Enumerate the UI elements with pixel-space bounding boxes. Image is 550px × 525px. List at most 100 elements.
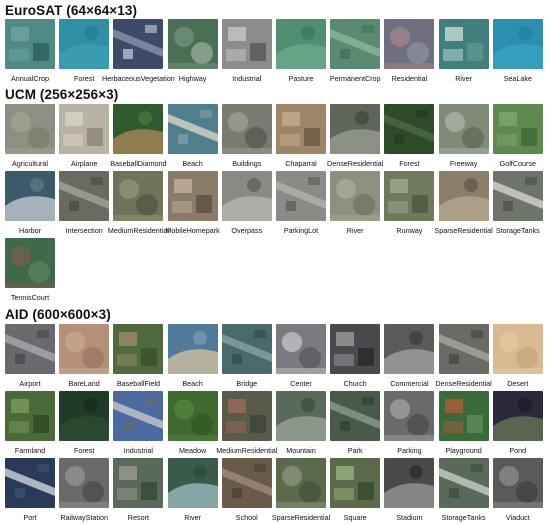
satellite-image [492,324,543,374]
image-tile: SparseResidential [272,458,330,522]
image-tile: River [330,171,381,235]
image-tile: Pond [492,391,543,455]
image-tile: Airport [5,324,55,388]
image-tile: Airplane [59,104,110,168]
image-tile: Farmland [5,391,55,455]
image-tile: Resort [113,458,164,522]
satellite-image [330,324,381,374]
satellite-image [276,104,326,154]
image-tile: Residential [384,19,435,83]
satellite-image [113,104,164,154]
image-tile: Bridge [221,324,272,388]
satellite-image [438,458,489,508]
class-label: SeaLake [503,74,532,83]
satellite-image [492,391,543,441]
image-tile: Overpass [221,171,272,235]
image-tile: DenseResidential [435,324,492,388]
image-tile: Meadow [167,391,218,455]
satellite-image [492,104,543,154]
image-tile: Agricultural [5,104,55,168]
image-tile: Pasture [276,19,326,83]
image-tile: Chaparral [276,104,326,168]
satellite-image [384,19,435,69]
satellite-image [221,324,272,374]
satellite-image [59,104,110,154]
satellite-image [59,171,110,221]
satellite-image [59,324,110,374]
satellite-image [221,391,272,441]
image-tile: Intersection [59,171,110,235]
satellite-image [167,171,218,221]
satellite-image [438,324,489,374]
satellite-image [276,19,326,69]
section-title-ucm: UCM (256×256×3) [5,87,119,102]
satellite-image [221,104,272,154]
satellite-image [5,324,55,374]
satellite-image [113,391,164,441]
eurosat-grid: AnnualCrop Forest HerbaceousVegetation H… [5,19,550,84]
image-tile: Parking [384,391,435,455]
satellite-image [492,19,543,69]
class-label: TennisCourt [10,293,50,302]
image-tile: StorageTanks [438,458,489,522]
image-tile: SeaLake [492,19,543,83]
image-tile: HerbaceousVegetation [102,19,175,83]
image-tile: AnnualCrop [5,19,55,83]
satellite-image [276,324,326,374]
satellite-image [59,19,110,69]
image-tile: BaseballDiamond [110,104,167,168]
image-tile: Center [276,324,326,388]
image-tile: Mountain [276,391,326,455]
satellite-image [438,391,489,441]
aid-grid: Airport BareLand BaseballField Beach Bri… [5,324,550,524]
image-tile: Commercial [384,324,435,388]
class-label: StorageTanks [495,226,540,235]
satellite-image [492,458,543,508]
image-tile: Desert [492,324,543,388]
satellite-image [276,391,326,441]
image-tile: Park [330,391,381,455]
image-tile: Forest [59,19,110,83]
image-tile: Runway [384,171,435,235]
image-tile: Stadium [384,458,435,522]
image-tile: Industrial [113,391,164,455]
image-tile: Forest [59,391,110,455]
satellite-image [330,391,381,441]
image-tile: River [438,19,489,83]
satellite-image [384,104,435,154]
image-tile: MobileHomepark [165,171,220,235]
image-tile: MediumResidential [108,171,169,235]
satellite-image [167,104,218,154]
image-tile: GolfCourse [492,104,543,168]
satellite-image [167,391,218,441]
satellite-image [221,458,272,508]
image-tile: Buildings [221,104,272,168]
satellite-image [221,171,272,221]
ucm-grid: Agricultural Airplane BaseballDiamond Be… [5,104,550,304]
image-tile: StorageTanks [492,171,543,235]
satellite-image [384,458,435,508]
image-tile: School [221,458,272,522]
image-tile: RailwayStation [59,458,110,522]
image-tile: Port [5,458,55,522]
class-label: GolfCourse [499,159,536,168]
image-tile: Square [330,458,381,522]
satellite-image [5,19,55,69]
satellite-image [5,104,55,154]
image-tile: MediumResidential [216,391,277,455]
satellite-image [384,391,435,441]
image-tile: PermanentCrop [330,19,381,83]
image-tile: Beach [167,104,218,168]
satellite-image [59,391,110,441]
satellite-image [384,171,435,221]
satellite-image [384,324,435,374]
class-label: Desert [507,379,529,388]
satellite-image [330,171,381,221]
image-tile: Viaduct [492,458,543,522]
satellite-image [330,104,381,154]
satellite-image [438,104,489,154]
image-tile: River [167,458,218,522]
image-tile: TennisCourt [5,238,55,302]
satellite-image [113,324,164,374]
image-tile: Highway [167,19,218,83]
